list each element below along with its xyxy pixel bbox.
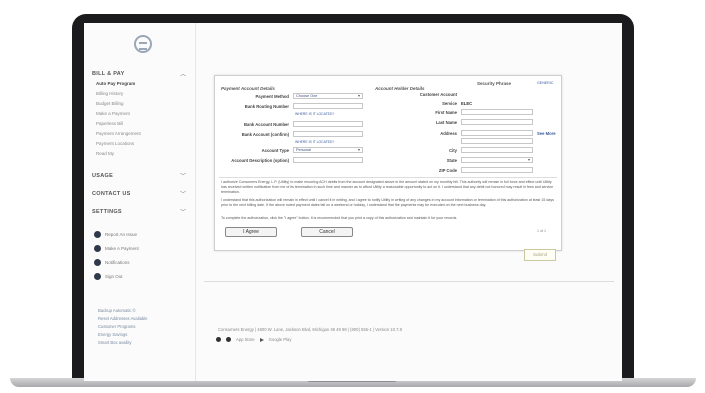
verify-account-label: Bank Account (confirm) bbox=[241, 132, 289, 137]
company-logo[interactable] bbox=[134, 35, 152, 53]
sidebar-item[interactable]: Make a Payment bbox=[96, 111, 130, 116]
dollar-icon bbox=[94, 245, 101, 252]
footer-link[interactable]: Reset Addresses Available bbox=[98, 316, 148, 321]
sidebar-item[interactable]: Budget Billing bbox=[96, 101, 124, 106]
verify-help-link[interactable]: WHERE IS IT LOCATED? bbox=[295, 140, 334, 144]
sign-out-icon bbox=[94, 273, 101, 280]
security-phrase-value: GENERIC bbox=[537, 81, 554, 85]
account-number-input[interactable] bbox=[293, 121, 363, 127]
action-label: Make A Payment bbox=[105, 246, 139, 251]
submit-button[interactable]: Submit bbox=[524, 249, 556, 261]
content-divider bbox=[204, 281, 614, 282]
google-play-link[interactable]: Google Play bbox=[269, 337, 292, 342]
last-name-label: Last Name bbox=[435, 120, 457, 125]
sidebar-section-usage[interactable]: USAGE bbox=[92, 173, 113, 179]
city-label: City bbox=[449, 148, 457, 153]
city-input[interactable] bbox=[461, 147, 533, 153]
account-type-select[interactable]: Personal bbox=[293, 147, 363, 153]
first-name-label: First Name bbox=[435, 110, 457, 115]
consent-text: To complete the authorization, click the… bbox=[221, 216, 458, 220]
see-more-link[interactable]: See More bbox=[537, 131, 556, 136]
alert-icon bbox=[94, 231, 101, 238]
routing-help-link[interactable]: WHERE IS IT LOCATED? bbox=[295, 112, 334, 116]
sidebar-item[interactable]: Payment Locations bbox=[96, 141, 134, 146]
authorization-paragraph-2: I understand that this authorization wil… bbox=[221, 198, 554, 208]
state-label: State bbox=[446, 158, 457, 163]
action-label: Report An Issue bbox=[105, 232, 138, 237]
form-divider bbox=[219, 177, 557, 178]
authorization-paragraph-1: I authorize Consumers Energy, L.P. (Util… bbox=[221, 180, 554, 195]
bell-icon bbox=[94, 259, 101, 266]
pager: 1 of 1 bbox=[537, 229, 546, 233]
sidebar-item[interactable]: Read My bbox=[96, 151, 114, 156]
routing-input[interactable] bbox=[293, 103, 363, 109]
zip-input[interactable] bbox=[461, 167, 533, 173]
chevron-down-icon[interactable]: ﹀ bbox=[180, 207, 186, 216]
payment-method-select[interactable]: Choose One bbox=[293, 93, 363, 99]
service-value: ELEC bbox=[461, 101, 473, 106]
sidebar: BILL & PAY ︿ Auto Pay Program Billing Hi… bbox=[84, 23, 196, 381]
footer-link[interactable]: Backup Automatic © bbox=[98, 308, 136, 313]
routing-label: Bank Routing Number bbox=[244, 104, 289, 109]
first-name-input[interactable] bbox=[461, 109, 533, 115]
verify-account-input[interactable] bbox=[293, 131, 363, 137]
footer-link[interactable]: Smart Box availity bbox=[98, 340, 132, 345]
sidebar-item[interactable]: Payment Arrangement bbox=[96, 131, 141, 136]
app-store-link[interactable]: App Store bbox=[236, 337, 255, 342]
zip-label: ZIP Code bbox=[438, 168, 457, 173]
apple-icon bbox=[226, 337, 231, 342]
app-links: App Store Google Play bbox=[216, 337, 291, 342]
sidebar-item[interactable]: Billing History bbox=[96, 91, 123, 96]
chevron-up-icon[interactable]: ︿ bbox=[180, 69, 186, 78]
cancel-button[interactable]: Cancel bbox=[301, 227, 353, 237]
customer-account-label: Customer Account bbox=[419, 92, 457, 97]
action-notifications[interactable]: Notifications bbox=[94, 259, 130, 266]
footer-link[interactable]: Energy Savings bbox=[98, 332, 127, 337]
description-label: Account Description (option) bbox=[231, 158, 289, 163]
sidebar-section-settings[interactable]: SETTINGS bbox=[92, 209, 122, 215]
security-phrase-label: Security Phrase bbox=[477, 81, 512, 86]
chevron-down-icon[interactable]: ﹀ bbox=[180, 189, 186, 198]
action-sign-out[interactable]: Sign Out bbox=[94, 273, 123, 280]
chevron-down-icon[interactable]: ﹀ bbox=[180, 171, 186, 180]
sidebar-section-bill-pay[interactable]: BILL & PAY bbox=[92, 71, 125, 77]
account-type-label: Account Type bbox=[261, 148, 289, 153]
agree-button[interactable]: I Agree bbox=[225, 227, 277, 237]
last-name-input[interactable] bbox=[461, 119, 533, 125]
address-input[interactable] bbox=[461, 130, 533, 136]
action-make-payment[interactable]: Make A Payment bbox=[94, 245, 139, 252]
address-line2-input[interactable] bbox=[461, 138, 533, 144]
action-label: Notifications bbox=[105, 260, 130, 265]
account-number-label: Bank Account Number bbox=[244, 122, 289, 127]
google-play-icon bbox=[259, 337, 264, 342]
holder-section-title: Account Holder Details bbox=[375, 86, 425, 91]
action-report-issue[interactable]: Report An Issue bbox=[94, 231, 137, 238]
info-icon[interactable] bbox=[216, 337, 221, 342]
payment-form-panel: Payment Account Details Account Holder D… bbox=[214, 75, 562, 251]
sidebar-item[interactable]: Auto Pay Program bbox=[96, 81, 135, 86]
payment-method-label: Payment Method bbox=[255, 94, 289, 99]
sidebar-section-contact[interactable]: CONTACT US bbox=[92, 191, 131, 197]
payment-section-title: Payment Account Details bbox=[221, 86, 275, 91]
footer-link[interactable]: Customer Programs bbox=[98, 324, 135, 329]
sidebar-item[interactable]: Paperless Bill bbox=[96, 121, 123, 126]
page-footer-text: Consumers Energy | 4600 W. Lane, Jackson… bbox=[218, 327, 402, 332]
state-select[interactable] bbox=[461, 157, 533, 163]
description-input[interactable] bbox=[293, 157, 363, 163]
action-label: Sign Out bbox=[105, 274, 123, 279]
service-label: Service bbox=[442, 101, 457, 106]
address-label: Address bbox=[440, 131, 457, 136]
laptop-screen: BILL & PAY ︿ Auto Pay Program Billing Hi… bbox=[84, 23, 622, 381]
